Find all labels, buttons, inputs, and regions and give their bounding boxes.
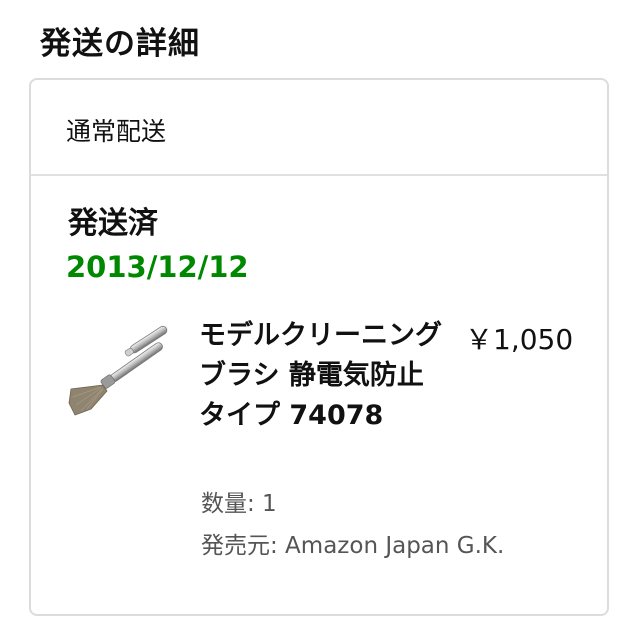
shipment-date: 2013/12/12 xyxy=(66,250,249,284)
product-image[interactable] xyxy=(67,325,181,435)
shipment-card-header: 通常配送 xyxy=(31,80,607,176)
shipment-card: 通常配送 発送済 2013/12/12 モデルクリーニングブラシ 静電気防止タイ… xyxy=(29,78,609,616)
shipping-method: 通常配送 xyxy=(66,117,167,146)
product-name-link[interactable]: モデルクリーニングブラシ 静電気防止タイプ 74078 xyxy=(199,316,445,436)
product-price: ￥1,050 xyxy=(465,323,574,356)
product-seller: 発売元: Amazon Japan G.K. xyxy=(201,533,505,559)
shipment-status: 発送済 xyxy=(68,206,158,241)
page-title: 発送の詳細 xyxy=(40,26,200,62)
product-quantity: 数量: 1 xyxy=(201,491,277,517)
cleaning-brush-image xyxy=(68,325,168,416)
